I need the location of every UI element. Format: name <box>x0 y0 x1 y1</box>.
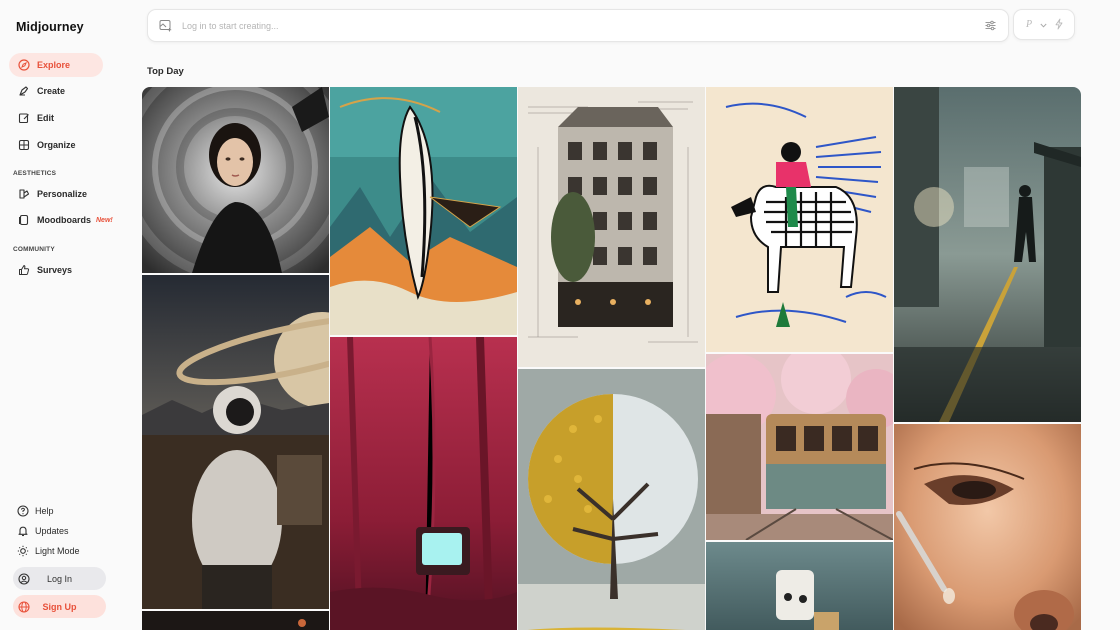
prompt-input[interactable] <box>180 19 984 32</box>
new-badge: New! <box>96 216 113 224</box>
nav-moodboards-label: Moodboards <box>37 215 91 225</box>
help-icon <box>17 505 29 517</box>
brush-icon <box>18 85 30 97</box>
nav-personalize-label: Personalize <box>37 189 88 199</box>
gallery-image-tram-cherry-blossom[interactable] <box>706 354 893 540</box>
nav-explore[interactable]: Explore <box>9 53 103 77</box>
app-logo[interactable]: Midjourney <box>16 20 84 34</box>
light-mode-toggle[interactable]: Light Mode <box>9 541 103 561</box>
nav-organize-label: Organize <box>37 140 76 150</box>
nav-edit[interactable]: Edit <box>9 106 103 130</box>
nav-explore-label: Explore <box>37 60 71 70</box>
sun-icon <box>17 545 29 557</box>
edit-icon <box>18 112 30 124</box>
nav-moodboards[interactable]: Moodboards New! <box>9 208 113 232</box>
palette-icon <box>18 188 30 200</box>
globe-icon <box>18 600 30 613</box>
gallery-image-dark-partial[interactable] <box>142 611 329 630</box>
mode-selector[interactable]: P <box>1013 9 1075 40</box>
compass-icon <box>18 59 30 71</box>
help-label: Help <box>35 506 54 516</box>
gallery-image-red-forest-tv[interactable] <box>330 337 517 630</box>
section-label-community: COMMUNITY <box>13 246 55 253</box>
signup-button[interactable]: Sign Up <box>13 595 106 618</box>
grid-icon <box>18 139 30 151</box>
help-link[interactable]: Help <box>9 501 103 521</box>
section-label-aesthetics: AESTHETICS <box>13 170 57 177</box>
nav-surveys-label: Surveys <box>37 265 73 275</box>
login-button[interactable]: Log In <box>13 567 106 590</box>
section-title: Top Day <box>147 66 184 77</box>
image-gallery <box>142 87 1081 630</box>
prompt-bar <box>147 9 1009 42</box>
chevron-down-icon <box>1039 20 1047 30</box>
gallery-image-skin-dropper-closeup[interactable] <box>894 424 1081 630</box>
nav-organize[interactable]: Organize <box>9 133 103 157</box>
nav-create-label: Create <box>37 86 66 96</box>
updates-label: Updates <box>35 526 69 536</box>
nav-surveys[interactable]: Surveys <box>9 258 103 282</box>
image-add-icon[interactable] <box>159 19 172 32</box>
gallery-image-robot-figure[interactable] <box>706 542 893 630</box>
user-icon <box>18 572 30 585</box>
gallery-image-astronaut-saturn[interactable] <box>142 275 329 609</box>
moodboard-icon <box>18 214 30 226</box>
personalize-mode-letter: P <box>1026 19 1033 30</box>
settings-sliders-icon[interactable] <box>984 19 997 32</box>
gallery-image-yellow-white-tree[interactable] <box>518 369 705 630</box>
updates-link[interactable]: Updates <box>9 521 103 541</box>
nav-create[interactable]: Create <box>9 79 103 103</box>
nav-edit-label: Edit <box>37 113 54 123</box>
thumbs-up-icon <box>18 264 30 276</box>
light-mode-label: Light Mode <box>35 546 80 556</box>
gallery-image-architecture-sketch[interactable] <box>518 87 705 367</box>
gallery-image-foggy-street[interactable] <box>894 87 1081 422</box>
sidebar: Midjourney Explore Create Edit Organize … <box>0 0 125 630</box>
bell-icon <box>17 525 29 537</box>
gallery-image-whale-ukiyoe[interactable] <box>330 87 517 335</box>
login-label: Log In <box>46 573 73 584</box>
nav-personalize[interactable]: Personalize <box>9 182 103 206</box>
gallery-image-woman-swirl-portrait[interactable] <box>142 87 329 273</box>
signup-label: Sign Up <box>42 601 77 612</box>
gallery-image-zebra-rider[interactable] <box>706 87 893 352</box>
lightning-icon[interactable] <box>1054 18 1064 32</box>
